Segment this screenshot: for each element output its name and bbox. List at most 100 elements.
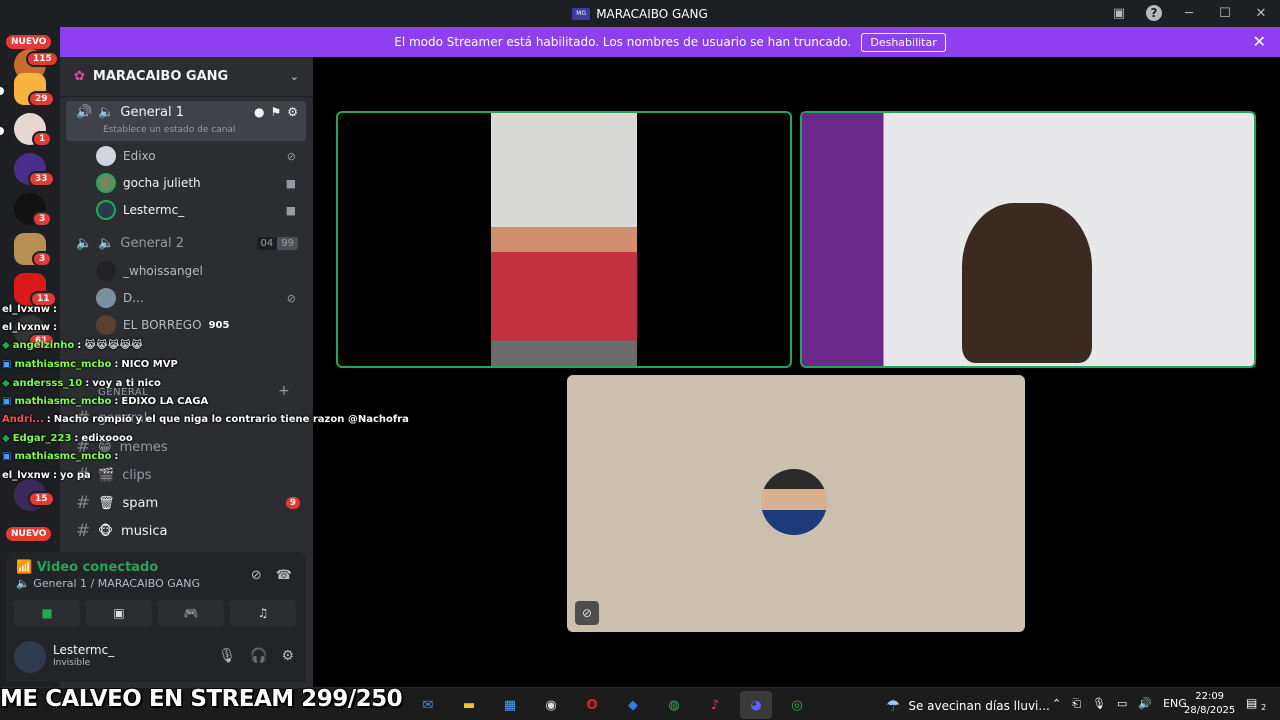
video-feed (491, 113, 637, 366)
gamepad-icon: 🎮 (183, 606, 199, 620)
clock[interactable]: 22:09 28/8/2025 (1184, 690, 1235, 718)
activity-button[interactable]: 🎮 (158, 600, 224, 626)
voice-user[interactable]: Lestermc_ ■ (96, 198, 296, 222)
weather-widget[interactable]: ☂ Se avecinan días lluvi... (886, 696, 1050, 715)
voice-channel-general-2[interactable]: 🔈 🔈 General 2 04 99 (66, 231, 306, 255)
voice-status[interactable]: 📶 Video conectado (16, 560, 158, 575)
close-banner-icon[interactable]: ✕ (1253, 32, 1266, 51)
spotify-icon[interactable]: ◎ (781, 691, 813, 719)
noise-suppression-icon[interactable]: ⊘ (251, 568, 262, 583)
server-logo-icon: MG (572, 7, 591, 20)
screen-share-button[interactable]: ▣ (86, 600, 152, 626)
headphones-icon[interactable]: 🎧 (250, 648, 267, 664)
text-channel[interactable]: # 🗑 spam 9 (66, 490, 306, 516)
network-icon[interactable]: ▭ (1117, 697, 1127, 711)
username[interactable]: Lestermc_ (53, 643, 114, 657)
video-tile[interactable] (800, 111, 1256, 368)
soundboard-button[interactable]: ♫ (230, 600, 296, 626)
voice-user[interactable]: Edixo ⊘ (96, 144, 296, 168)
unread-badge: 9 (285, 497, 300, 509)
video-stage: ⊘ (313, 57, 1280, 687)
microphone-icon[interactable]: 🎙 (218, 648, 236, 664)
soundboard-icon: ♫ (257, 606, 269, 620)
app-icon[interactable]: ◆ (617, 691, 649, 719)
avatar (96, 261, 116, 281)
chat-badge-icon: ◆ (2, 340, 10, 351)
new-badge: NUEVO (6, 35, 52, 49)
chevron-up-icon[interactable]: ⌃ (1052, 697, 1061, 711)
chrome-icon[interactable]: ◍ (658, 691, 690, 719)
voice-user[interactable]: D... ⊘ (96, 286, 296, 310)
unread-indicator (0, 87, 4, 95)
video-tile[interactable] (336, 111, 792, 368)
file-explorer-icon[interactable]: ▬ (453, 691, 485, 719)
obs-icon[interactable]: ◉ (535, 691, 567, 719)
user-limit: 99 (277, 236, 298, 250)
server-header[interactable]: ✿ MARACAIBO GANG ⌄ (60, 57, 313, 97)
new-badge: NUEVO (6, 527, 52, 541)
disconnect-icon[interactable]: ☎ (276, 568, 292, 583)
microphone-icon[interactable]: 🎙 (1092, 697, 1106, 711)
voice-channel-general-1[interactable]: 🔊 🔈 General 1 ● ⚑ ⚙ Establece un estado … (66, 101, 306, 141)
chat-message: ▣ mathiasmc_mcbo: EDIXO LA CAGA (2, 396, 209, 407)
avatar (761, 469, 827, 535)
disable-streamer-button[interactable]: Deshabilitar (861, 32, 946, 52)
chat-badge-icon: ◆ (2, 433, 10, 444)
speaker-icon: 🔊 (76, 105, 93, 120)
chat-message: el_lvxnw: (2, 322, 57, 333)
speaker-icon: 🔈 (16, 577, 30, 590)
add-channel-icon[interactable]: + (278, 383, 290, 399)
volume-icon[interactable]: 🔊 (1138, 697, 1152, 711)
avatar (96, 173, 116, 193)
store-icon[interactable]: ▦ (494, 691, 526, 719)
chat-badge-icon: ▣ (2, 451, 12, 462)
hash-icon: # (76, 521, 91, 541)
chat-badge-icon: ▣ (2, 359, 12, 370)
voice-user[interactable]: gocha julieth ■ (96, 171, 296, 195)
video-feed (962, 203, 1092, 363)
text-channel[interactable]: # 🎬 clips (66, 462, 306, 488)
voice-location[interactable]: 🔈 General 1 / MARACAIBO GANG (16, 577, 200, 590)
system-tray: ⌃ ⎗ 🎙 ▭ 🔊 ENG (1052, 697, 1187, 711)
minimize-button[interactable]: ─ (1180, 4, 1198, 22)
camera-icon: ■ (41, 606, 53, 620)
chat-icon[interactable]: ● (254, 105, 264, 119)
hash-icon: # (76, 493, 91, 513)
chat-badge-icon: ▣ (2, 396, 12, 407)
gear-icon[interactable]: ⚙ (281, 648, 294, 664)
voice-user[interactable]: _whoissangel (96, 259, 296, 283)
camera-button[interactable]: ■ (14, 600, 80, 626)
video-tile-camera-off[interactable]: ⊘ (567, 375, 1025, 632)
close-window-button[interactable]: ✕ (1252, 4, 1270, 22)
discord-icon[interactable]: ◕ (740, 691, 772, 719)
user-panel: Lestermc_ Invisible 🎙 🎧 ⚙ (6, 632, 306, 682)
chat-badge-icon: ◆ (2, 378, 10, 389)
invite-icon[interactable]: ⚑ (270, 105, 281, 119)
opera-icon[interactable]: O (576, 691, 608, 719)
notifications-button[interactable]: ▤ 2 (1246, 696, 1266, 712)
help-icon[interactable]: ? (1146, 5, 1162, 21)
chat-message: el_lvxnw: (2, 304, 57, 315)
voice-user[interactable]: EL BORREGO 905 (96, 313, 296, 337)
trash-icon: 🗑 (98, 495, 115, 511)
gear-icon[interactable]: ⚙ (287, 105, 298, 119)
muted-mic-icon: ⊘ (575, 601, 599, 625)
avatar[interactable] (14, 641, 46, 673)
maximize-button[interactable]: ☐ (1216, 4, 1234, 22)
chat-message: el_lvxnw: yo pa (2, 470, 91, 481)
text-channel[interactable]: # 🐵 musica (66, 518, 306, 544)
tiktok-icon[interactable]: ♪ (699, 691, 731, 719)
mention-badge: 15 (28, 491, 55, 507)
mention-badge: 29 (28, 91, 55, 107)
voice-icon: 🔈 (98, 105, 115, 120)
chat-message: ◆ Edgar_223: edixoooo (2, 433, 133, 444)
avatar (96, 315, 116, 335)
mention-badge: 33 (28, 171, 55, 187)
outlook-icon[interactable]: ✉ (412, 691, 444, 719)
device-icon[interactable]: ⎗ (1072, 697, 1081, 711)
inbox-icon[interactable]: ▣ (1110, 4, 1128, 22)
avatar (96, 146, 116, 166)
channel-status[interactable]: Establece un estado de canal (103, 125, 235, 135)
chat-message: ◆ angelzinho: 😹😹😹😹😹 (2, 340, 143, 351)
chevron-down-icon[interactable]: ⌄ (290, 70, 299, 83)
